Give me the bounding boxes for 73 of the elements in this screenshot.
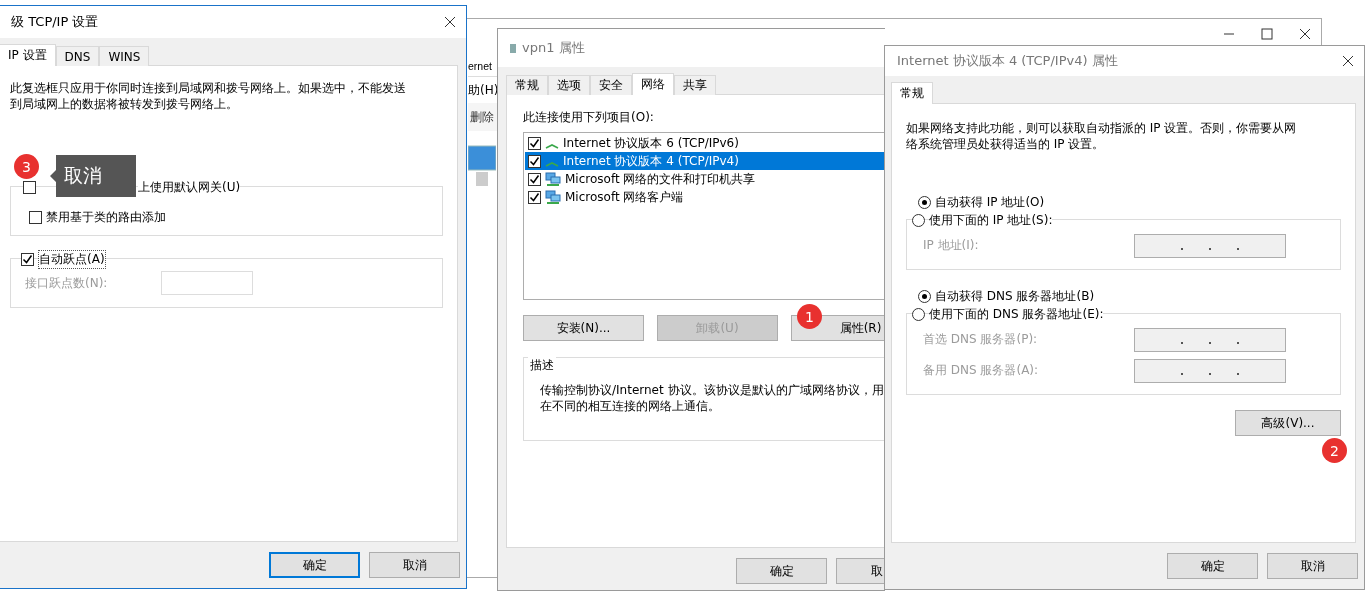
tooltip: 取消 — [50, 155, 136, 197]
maximize-icon[interactable] — [1261, 28, 1273, 40]
tab[interactable]: 常规 — [891, 82, 933, 104]
list-item[interactable]: Microsoft 网络客户端 — [525, 188, 885, 206]
dialog-button[interactable]: 取消 — [369, 552, 460, 578]
radio-button[interactable] — [912, 307, 925, 321]
description-text: 此复选框只应用于你同时连接到局域网和拨号网络上。如果选中，不能发送 — [10, 80, 406, 96]
radio-label: 自动获得 IP 地址(O) — [935, 193, 1045, 211]
input-field[interactable] — [161, 271, 253, 295]
ip-address-field[interactable] — [1134, 233, 1286, 258]
tab[interactable]: IP 设置 — [0, 44, 56, 66]
item-label: Microsoft 网络的文件和打印机共享 — [565, 170, 756, 188]
checkbox[interactable] — [528, 172, 541, 186]
advanced-button[interactable]: 高级(V)... — [1235, 410, 1341, 436]
list-item[interactable]: Internet 协议版本 4 (TCP/IPv4) — [525, 152, 885, 170]
list-item[interactable]: Microsoft 网络的文件和打印机共享 — [525, 170, 885, 188]
minimize-icon[interactable] — [1223, 33, 1235, 35]
dialog-button[interactable]: 确定 — [736, 558, 827, 584]
description-text: 络系统管理员处获得适当的 IP 设置。 — [906, 136, 1105, 152]
description-text: 到局域网上的数据将被转发到拨号网络上。 — [10, 96, 238, 112]
tab[interactable]: DNS — [55, 46, 100, 66]
close-icon[interactable] — [1299, 28, 1311, 40]
close-icon[interactable] — [444, 16, 456, 28]
item-label: Microsoft 网络客户端 — [565, 188, 684, 206]
list-item[interactable]: Internet 协议版本 6 (TCP/IPv6) — [525, 134, 885, 152]
dialog-button[interactable]: 取 — [836, 558, 885, 584]
checkbox[interactable] — [29, 210, 42, 224]
field-label: 首选 DNS 服务器(P): — [923, 331, 1038, 348]
menu-item[interactable]: 助(H) — [468, 77, 501, 103]
tab[interactable]: 常规 — [506, 75, 548, 95]
field-label: 备用 DNS 服务器(A): — [923, 362, 1039, 379]
checkbox[interactable] — [528, 154, 541, 168]
tab[interactable]: 共享 — [674, 75, 716, 95]
tab[interactable]: WINS — [99, 46, 150, 66]
checkbox-label: 自动跃点(A) — [38, 249, 106, 269]
dialog-button[interactable]: 取消 — [1267, 553, 1358, 579]
item-label: Internet 协议版本 4 (TCP/IPv4) — [563, 152, 739, 170]
window-title: vpn1 属性 — [522, 39, 586, 57]
radio-button[interactable] — [918, 195, 931, 209]
radio-label: 使用下面的 IP 地址(S): — [929, 211, 1053, 229]
radio-label: 自动获得 DNS 服务器地址(B) — [935, 287, 1095, 305]
checkbox-label: 上使用默认网关(U) — [138, 178, 241, 196]
description-text: 如果网络支持此功能，则可以获取自动指派的 IP 设置。否则，你需要从网 — [906, 120, 1297, 136]
monitor-icon — [545, 172, 561, 186]
dialog-button[interactable]: 确定 — [269, 552, 360, 578]
close-icon[interactable] — [1342, 55, 1354, 67]
ip-address-field[interactable] — [1134, 327, 1286, 352]
computer-icon — [468, 145, 496, 187]
network-icon — [545, 161, 559, 167]
checkbox[interactable] — [528, 136, 541, 150]
checkbox[interactable] — [21, 252, 34, 266]
tab[interactable]: 选项 — [548, 75, 590, 95]
radio-button[interactable] — [912, 213, 925, 227]
connection-icon — [510, 43, 516, 53]
description-text: 在不同的相互连接的网络上通信。 — [540, 398, 720, 414]
network-icon — [545, 143, 559, 149]
tab[interactable]: 安全 — [590, 75, 632, 95]
dialog-button[interactable]: 确定 — [1167, 553, 1258, 579]
radio-button[interactable] — [918, 289, 931, 303]
ip-address-field[interactable] — [1134, 358, 1286, 383]
tab[interactable]: 网络 — [632, 73, 674, 95]
checkbox[interactable] — [528, 190, 541, 204]
checkbox-label: 禁用基于类的路由添加 — [46, 208, 166, 226]
description-text: 传输控制协议/Internet 协议。该协议是默认的广域网络协议，用 — [540, 382, 884, 398]
field-label: IP 地址(I): — [923, 237, 979, 254]
radio-label: 使用下面的 DNS 服务器地址(E): — [929, 305, 1104, 323]
group-title: 描述 — [528, 357, 556, 374]
item-label: Internet 协议版本 6 (TCP/IPv6) — [563, 134, 739, 152]
window-title: 级 TCP/IP 设置 — [11, 13, 100, 31]
checkbox[interactable] — [23, 180, 36, 194]
action-button[interactable]: 安装(N)... — [523, 315, 644, 341]
monitor-icon — [545, 190, 561, 204]
window-title: Internet 协议版本 4 (TCP/IPv4) 属性 — [897, 52, 1119, 70]
